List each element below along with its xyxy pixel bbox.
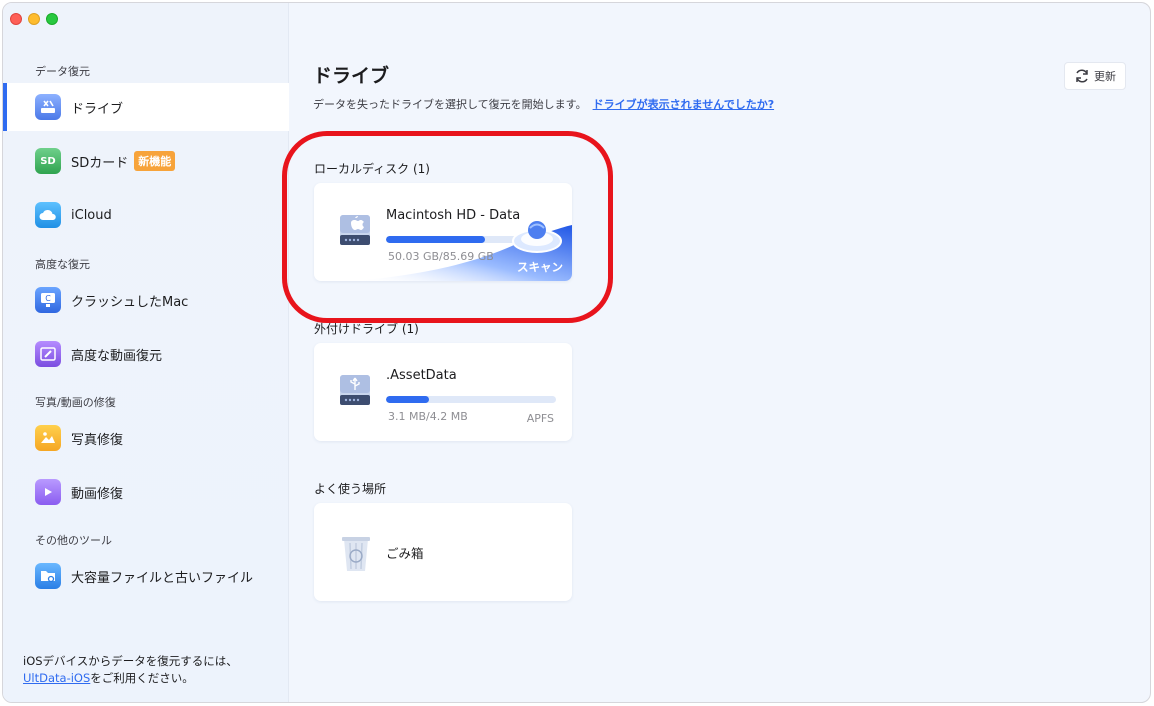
refresh-icon [1076, 69, 1088, 83]
sidebar-item-label: iCloud [71, 207, 112, 223]
drive-name: .AssetData [386, 368, 457, 383]
sidebar: データ復元 ドライブ SD SDカード 新機能 iCloud 高度な復元 C ク… [3, 3, 289, 702]
sidebar-item-label: 大容量ファイルと古いファイル [71, 570, 254, 586]
group-label-frequent-locations: よく使う場所 [314, 482, 387, 496]
footer-text: iOSデバイスからデータを復元するには、 [23, 654, 238, 668]
sidebar-item-sd-card[interactable]: SD SDカード 新機能 [3, 137, 289, 185]
scan-button[interactable]: スキャン [517, 259, 563, 275]
main-content: ドライブ データを失ったドライブを選択して復元を開始します。 ドライブが表示されま… [290, 3, 1150, 702]
sidebar-item-large-files[interactable]: 大容量ファイルと古いファイル [3, 552, 289, 600]
usage-bar-fill [386, 396, 429, 403]
sidebar-item-drive[interactable]: ドライブ [3, 83, 289, 131]
minimize-window-button[interactable] [28, 13, 40, 25]
refresh-label: 更新 [1094, 70, 1116, 83]
drive-name: Macintosh HD - Data [386, 208, 521, 223]
new-feature-badge: 新機能 [134, 151, 176, 171]
sidebar-item-crashed-mac[interactable]: C クラッシュしたMac [3, 276, 289, 324]
usb-drive-icon [340, 375, 370, 405]
sidebar-item-photo-repair[interactable]: 写真修復 [3, 414, 289, 462]
app-window: データ復元 ドライブ SD SDカード 新機能 iCloud 高度な復元 C ク… [2, 2, 1151, 703]
section-label-photo-video-repair: 写真/動画の修復 [35, 396, 116, 409]
close-window-button[interactable] [10, 13, 22, 25]
window-controls [10, 13, 58, 25]
drive-icon [35, 94, 61, 120]
icloud-icon [35, 202, 61, 228]
crashed-mac-icon: C [35, 287, 61, 313]
sidebar-item-label: 動画修復 [71, 486, 124, 502]
sidebar-footer: iOSデバイスからデータを復元するには、 UltData-iOSをご利用ください… [23, 653, 238, 687]
file-system-label: APFS [526, 412, 554, 425]
drive-not-shown-link[interactable]: ドライブが表示されませんでしたか? [593, 98, 775, 111]
sidebar-item-label: 高度な動画復元 [71, 348, 163, 364]
sidebar-item-label: ドライブ [71, 101, 124, 117]
sidebar-item-icloud[interactable]: iCloud [3, 191, 289, 239]
usage-bar-fill [386, 236, 485, 243]
section-label-other-tools: その他のツール [35, 534, 112, 547]
trash-icon [342, 537, 370, 571]
sidebar-item-label: 写真修復 [71, 432, 124, 448]
group-label-external-drive: 外付けドライブ (1) [314, 322, 419, 336]
advanced-video-icon [35, 341, 61, 367]
video-repair-icon [35, 479, 61, 505]
hard-disk-icon [340, 215, 370, 245]
ultdata-ios-link[interactable]: UltData-iOS [23, 671, 90, 685]
sd-card-icon: SD [35, 148, 61, 174]
location-card-trash[interactable]: ごみ箱 [314, 503, 572, 601]
scan-disc-icon [512, 221, 562, 253]
drive-card-macintosh-hd[interactable]: Macintosh HD - Data 50.03 GB/85.69 GB スキ… [314, 183, 572, 281]
large-files-icon [35, 563, 61, 589]
svg-text:C: C [45, 294, 51, 303]
page-subtitle: データを失ったドライブを選択して復元を開始します。 ドライブが表示されませんでした… [313, 96, 774, 112]
drive-card-assetdata[interactable]: .AssetData 3.1 MB/4.2 MB APFS [314, 343, 572, 441]
sidebar-item-label: クラッシュしたMac [71, 294, 189, 310]
maximize-window-button[interactable] [46, 13, 58, 25]
refresh-button[interactable]: 更新 [1064, 62, 1126, 90]
sidebar-item-video-repair[interactable]: 動画修復 [3, 468, 289, 516]
subtitle-text: データを失ったドライブを選択して復元を開始します。 [313, 98, 587, 111]
photo-repair-icon [35, 425, 61, 451]
section-label-advanced-recovery: 高度な復元 [35, 258, 90, 271]
footer-suffix: をご利用ください。 [90, 671, 194, 685]
page-title: ドライブ [313, 65, 390, 87]
group-label-local-disk: ローカルディスク (1) [314, 162, 430, 176]
sidebar-item-advanced-video[interactable]: 高度な動画復元 [3, 330, 289, 378]
drive-size: 3.1 MB/4.2 MB [388, 410, 468, 423]
usage-bar [386, 396, 556, 403]
location-name: ごみ箱 [386, 546, 424, 561]
drive-size: 50.03 GB/85.69 GB [388, 250, 494, 263]
section-label-data-recovery: データ復元 [35, 65, 90, 78]
sidebar-item-label: SDカード [71, 155, 129, 171]
